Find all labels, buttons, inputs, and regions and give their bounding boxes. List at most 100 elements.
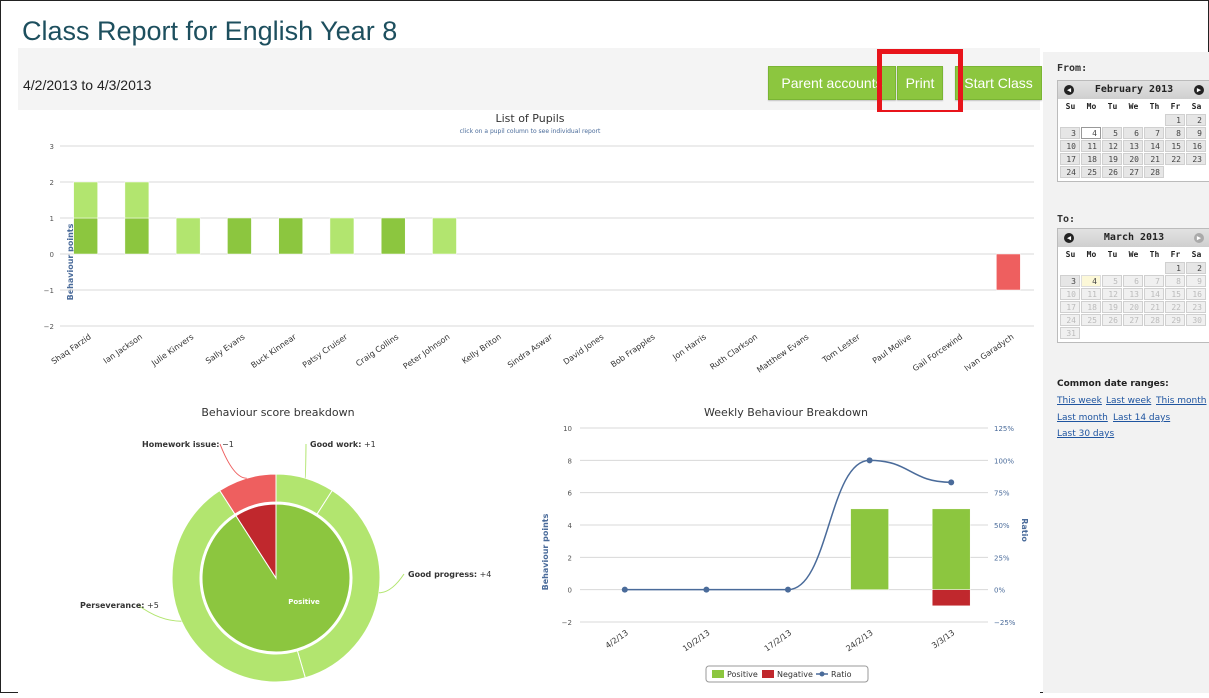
positive-bar[interactable] bbox=[931, 508, 971, 590]
pupil-bar[interactable] bbox=[227, 217, 252, 255]
weekly-breakdown-chart[interactable]: Weekly Behaviour Breakdown Behaviour poi… bbox=[536, 402, 1040, 693]
range-last-month-link[interactable]: Last month bbox=[1057, 413, 1108, 423]
behaviour-breakdown-chart[interactable]: Behaviour score breakdown Positive Good w… bbox=[18, 402, 536, 693]
calendar-day[interactable]: 8 bbox=[1165, 127, 1185, 139]
pupil-name-label[interactable]: Julie Kinvers bbox=[149, 332, 195, 368]
slice-label: Homework issue: −1 bbox=[142, 440, 234, 449]
pupil-name-label[interactable]: Jon Harris bbox=[670, 332, 708, 362]
weekday-label: Tu bbox=[1107, 102, 1118, 111]
calendar-day[interactable]: 15 bbox=[1165, 140, 1185, 152]
pupil-bar[interactable] bbox=[175, 217, 201, 255]
pupil-name-label[interactable]: Sally Evans bbox=[204, 332, 247, 366]
pupil-name-label[interactable]: Buck Kinnear bbox=[249, 332, 298, 370]
calendar-day[interactable]: 13 bbox=[1123, 140, 1143, 152]
pupil-name-label[interactable]: Kelly Briton bbox=[460, 332, 503, 366]
pupil-bar[interactable] bbox=[996, 253, 1021, 291]
weekday-label: Mo bbox=[1086, 250, 1097, 259]
pupil-bar[interactable] bbox=[124, 217, 150, 255]
calendar-day[interactable]: 11 bbox=[1081, 140, 1101, 152]
range-this-month-link[interactable]: This month bbox=[1156, 396, 1206, 406]
prev-month-icon[interactable]: ◀ bbox=[1064, 233, 1074, 243]
pupil-name-label[interactable]: Peter Johnson bbox=[401, 332, 451, 371]
calendar-day[interactable]: 4 bbox=[1081, 127, 1101, 139]
calendar-day[interactable]: 10 bbox=[1060, 140, 1080, 152]
empty-day-cell bbox=[1102, 327, 1122, 339]
pupil-bar[interactable] bbox=[329, 217, 355, 255]
pupil-bar[interactable] bbox=[73, 217, 98, 255]
range-this-week-link[interactable]: This week bbox=[1057, 396, 1102, 406]
y-tick-label: 2 bbox=[50, 179, 54, 187]
ratio-point[interactable] bbox=[785, 586, 791, 593]
ratio-point[interactable] bbox=[948, 479, 955, 486]
pupil-name-label[interactable]: Shaq Farzid bbox=[50, 332, 93, 366]
chart-legend[interactable]: Positive Negative Ratio bbox=[705, 665, 869, 683]
pupils-chart[interactable]: List of Pupils click on a pupil column t… bbox=[18, 112, 1040, 400]
pupil-name-label[interactable]: Ian Jackson bbox=[102, 332, 144, 365]
empty-day-cell bbox=[1144, 262, 1164, 274]
pupil-bar[interactable] bbox=[380, 217, 406, 255]
y2-tick-label: 50% bbox=[994, 522, 1010, 530]
pupil-name-label[interactable]: Gail Forcewind bbox=[911, 332, 964, 373]
negative-bar[interactable] bbox=[931, 589, 971, 607]
calendar-day[interactable]: 18 bbox=[1081, 153, 1101, 165]
calendar-day[interactable]: 28 bbox=[1144, 166, 1164, 178]
calendar-day[interactable]: 9 bbox=[1186, 127, 1206, 139]
calendar-day[interactable]: 1 bbox=[1165, 262, 1185, 274]
range-last-week-link[interactable]: Last week bbox=[1106, 396, 1151, 406]
pupil-name-label[interactable]: Tom Lester bbox=[820, 332, 862, 365]
pupil-name-label[interactable]: Matthew Evans bbox=[755, 332, 810, 374]
pupil-name-label[interactable]: David Jones bbox=[562, 332, 606, 366]
calendar-day[interactable]: 5 bbox=[1102, 127, 1122, 139]
legend-label[interactable]: Negative bbox=[777, 670, 813, 679]
pupil-name-label[interactable]: Paul Molive bbox=[871, 332, 913, 365]
pupil-name-label[interactable]: Craig Collins bbox=[354, 332, 400, 368]
calendar-day[interactable]: 3 bbox=[1060, 127, 1080, 139]
legend-label[interactable]: Positive bbox=[727, 670, 758, 679]
calendar-day[interactable]: 4 bbox=[1081, 275, 1101, 287]
calendar-day[interactable]: 14 bbox=[1144, 140, 1164, 152]
calendar-day[interactable]: 2 bbox=[1186, 262, 1206, 274]
calendar-day[interactable]: 25 bbox=[1081, 166, 1101, 178]
calendar-day[interactable]: 12 bbox=[1102, 140, 1122, 152]
calendar-day[interactable]: 20 bbox=[1123, 153, 1143, 165]
pupil-bar[interactable] bbox=[432, 217, 457, 255]
pupil-bar[interactable] bbox=[73, 181, 98, 219]
calendar-day[interactable]: 19 bbox=[1102, 153, 1122, 165]
calendar-day[interactable]: 21 bbox=[1144, 153, 1164, 165]
x-tick-label: 17/2/13 bbox=[763, 628, 793, 653]
pupil-name-label[interactable]: Ruth Clarkson bbox=[708, 332, 759, 371]
range-last-14-days-link[interactable]: Last 14 days bbox=[1113, 413, 1170, 423]
to-label: To: bbox=[1057, 214, 1076, 225]
prev-month-icon[interactable]: ◀ bbox=[1064, 85, 1074, 95]
calendar-day[interactable]: 6 bbox=[1123, 127, 1143, 139]
calendar-day[interactable]: 2 bbox=[1186, 114, 1206, 126]
empty-day-cell bbox=[1123, 327, 1143, 339]
calendar-day[interactable]: 26 bbox=[1102, 166, 1122, 178]
pupil-name-label[interactable]: Bob Frapples bbox=[609, 332, 657, 369]
next-month-icon[interactable]: ▶ bbox=[1194, 85, 1204, 95]
pupil-name-label[interactable]: Patsy Cruiser bbox=[301, 332, 350, 370]
calendar-day[interactable]: 7 bbox=[1144, 127, 1164, 139]
calendar-day[interactable]: 1 bbox=[1165, 114, 1185, 126]
positive-bar[interactable] bbox=[850, 508, 889, 590]
calendar-day[interactable]: 24 bbox=[1060, 166, 1080, 178]
from-calendar[interactable]: ◀ February 2013 ▶ Su Mo Tu We Th Fr Sa 1 2 3 4 5 6 7 8… bbox=[1057, 80, 1209, 182]
ratio-point[interactable] bbox=[703, 586, 710, 593]
range-last-30-days-link[interactable]: Last 30 days bbox=[1057, 429, 1114, 439]
pupil-name-label[interactable]: Sindra Aswar bbox=[506, 332, 555, 370]
pupil-bar[interactable] bbox=[124, 181, 150, 219]
calendar-day: 21 bbox=[1144, 301, 1164, 313]
calendar-day[interactable]: 27 bbox=[1123, 166, 1143, 178]
legend-label[interactable]: Ratio bbox=[831, 670, 852, 679]
calendar-day[interactable]: 17 bbox=[1060, 153, 1080, 165]
calendar-day[interactable]: 16 bbox=[1186, 140, 1206, 152]
pupil-bar[interactable] bbox=[278, 217, 303, 255]
start-class-button[interactable]: Start Class bbox=[955, 66, 1042, 100]
ratio-point[interactable] bbox=[866, 457, 873, 464]
ratio-point[interactable] bbox=[621, 586, 628, 593]
to-calendar[interactable]: ◀ March 2013 ▶ Su Mo Tu We Th Fr Sa 1 2 3 4 5 6 7 8 9 10… bbox=[1057, 228, 1209, 343]
pupil-name-label[interactable]: Ivan Garadych bbox=[963, 332, 1016, 373]
calendar-day[interactable]: 22 bbox=[1165, 153, 1185, 165]
calendar-day[interactable]: 3 bbox=[1060, 275, 1080, 287]
calendar-day[interactable]: 23 bbox=[1186, 153, 1206, 165]
